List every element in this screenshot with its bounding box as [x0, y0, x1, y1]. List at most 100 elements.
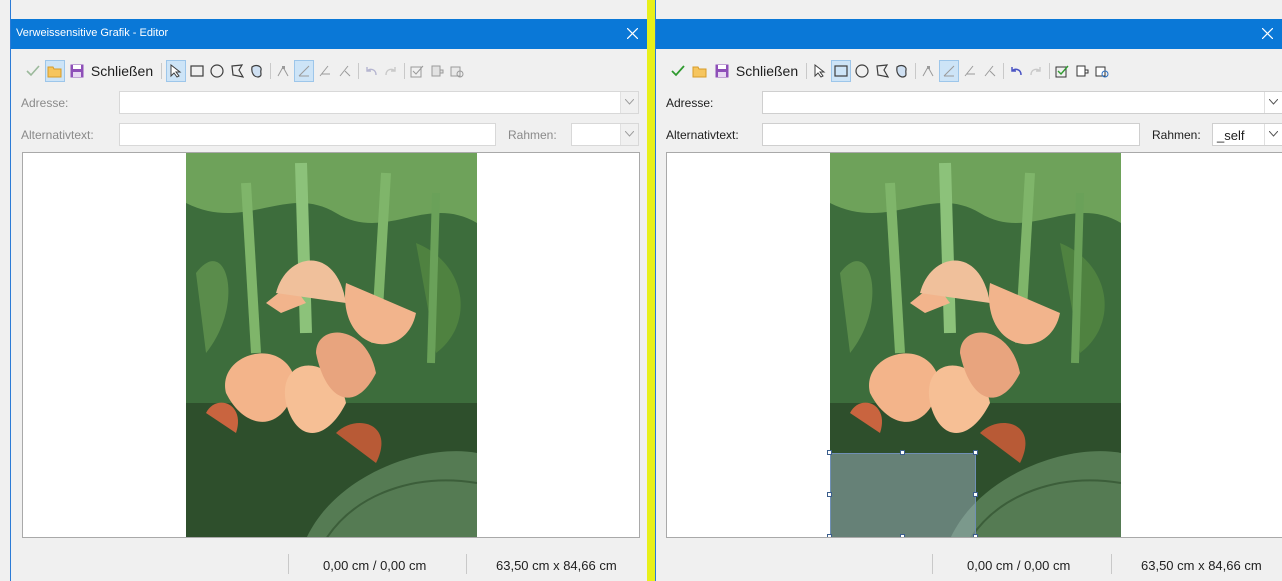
delete-points-button[interactable]	[336, 60, 354, 82]
address-field[interactable]	[762, 91, 1282, 114]
rectangle-button[interactable]	[188, 60, 206, 82]
open-button[interactable]	[690, 60, 710, 82]
close-button[interactable]: Schließen	[734, 60, 800, 82]
toolbar-separator	[806, 63, 807, 79]
properties-button[interactable]	[448, 60, 466, 82]
rectangle-icon	[190, 65, 204, 77]
open-button[interactable]	[45, 60, 65, 82]
rectangle-hotspot[interactable]	[830, 453, 976, 537]
image-canvas[interactable]	[22, 152, 640, 538]
undo-button[interactable]	[362, 60, 380, 82]
move-points-button[interactable]	[294, 60, 314, 82]
rectangle-button[interactable]	[831, 60, 851, 82]
close-button-label: Schließen	[735, 63, 799, 79]
alt-text-field[interactable]	[762, 123, 1140, 146]
resize-handle[interactable]	[900, 534, 905, 537]
polygon-button[interactable]	[228, 60, 246, 82]
alt-text-field[interactable]	[119, 123, 496, 146]
delete-points-icon	[984, 65, 996, 77]
select-button[interactable]	[166, 60, 186, 82]
active-icon	[1055, 65, 1069, 78]
select-button[interactable]	[811, 60, 829, 82]
resize-handle[interactable]	[827, 492, 832, 497]
redo-button[interactable]	[1027, 60, 1045, 82]
insert-points-button[interactable]	[961, 60, 979, 82]
frame-label: Rahmen:	[1152, 128, 1201, 142]
toolbar-separator	[404, 63, 405, 79]
position-readout: 0,00 cm / 0,00 cm	[967, 558, 1071, 573]
apply-button[interactable]	[24, 60, 42, 82]
active-button[interactable]	[1053, 60, 1071, 82]
delete-points-button[interactable]	[981, 60, 999, 82]
size-readout: 63,50 cm x 84,66 cm	[1141, 558, 1262, 573]
insert-points-icon	[319, 65, 330, 77]
save-button[interactable]	[712, 60, 732, 82]
chevron-down-icon	[625, 131, 634, 137]
address-label: Adresse:	[666, 96, 714, 110]
open-icon	[692, 66, 707, 78]
freeform-polygon-button[interactable]	[893, 60, 911, 82]
resize-handle[interactable]	[973, 492, 978, 497]
address-label: Adresse:	[21, 96, 69, 110]
image-canvas[interactable]	[666, 152, 1282, 538]
frame-value: _self	[1217, 128, 1245, 143]
toolbar-separator	[1003, 63, 1004, 79]
imagemap-editor-window-left: Verweissensitive Grafik - Editor Schließ…	[10, 0, 647, 581]
edit-points-button[interactable]	[919, 60, 937, 82]
save-button[interactable]	[67, 60, 87, 82]
frame-dropdown-button[interactable]	[1264, 124, 1282, 145]
edit-points-icon	[922, 65, 934, 77]
alt-text-row: Alternativtext: Rahmen:	[11, 123, 647, 147]
close-icon	[627, 28, 638, 39]
close-window-button[interactable]	[1254, 19, 1282, 49]
move-points-icon	[943, 65, 955, 77]
apply-button[interactable]	[669, 60, 687, 82]
move-points-button[interactable]	[939, 60, 959, 82]
resize-handle[interactable]	[827, 450, 832, 455]
toolbar-separator	[358, 63, 359, 79]
undo-button[interactable]	[1007, 60, 1025, 82]
status-separator	[288, 554, 289, 574]
frame-select[interactable]: _self	[1212, 123, 1282, 146]
redo-icon	[1030, 67, 1041, 76]
close-icon	[1262, 28, 1273, 39]
status-bar: 0,00 cm / 0,00 cm 63,50 cm x 84,66 cm	[11, 550, 647, 578]
address-dropdown-button[interactable]	[620, 92, 638, 113]
macro-button[interactable]	[1073, 60, 1091, 82]
address-field[interactable]	[119, 91, 639, 114]
toolbar: Schließen	[11, 56, 647, 86]
close-window-button[interactable]	[619, 19, 647, 49]
redo-icon	[385, 67, 396, 76]
freeform-polygon-icon	[896, 64, 907, 78]
macro-icon	[1076, 65, 1089, 77]
frame-select[interactable]	[571, 123, 639, 146]
edit-points-button[interactable]	[274, 60, 292, 82]
resize-handle[interactable]	[973, 534, 978, 537]
ellipse-button[interactable]	[208, 60, 226, 82]
frame-dropdown-button[interactable]	[620, 124, 638, 145]
insert-points-icon	[964, 65, 975, 77]
macro-button[interactable]	[428, 60, 446, 82]
ellipse-icon	[855, 64, 869, 78]
close-button-label: Schließen	[90, 63, 154, 79]
resize-handle[interactable]	[973, 450, 978, 455]
toolbar-separator	[1049, 63, 1050, 79]
alt-text-label: Alternativtext:	[21, 128, 94, 142]
flower-image	[186, 153, 477, 537]
apply-icon	[26, 65, 40, 77]
imagemap-editor-window-right: Schließen Adresse: Alternativtext: Rahme…	[655, 0, 1282, 581]
resize-handle[interactable]	[827, 534, 832, 537]
active-button[interactable]	[408, 60, 426, 82]
redo-button[interactable]	[382, 60, 400, 82]
macro-icon	[431, 65, 444, 77]
freeform-polygon-button[interactable]	[248, 60, 266, 82]
ellipse-button[interactable]	[853, 60, 871, 82]
status-bar: 0,00 cm / 0,00 cm 63,50 cm x 84,66 cm	[656, 550, 1282, 578]
close-button[interactable]: Schließen	[89, 60, 155, 82]
resize-handle[interactable]	[900, 450, 905, 455]
polygon-button[interactable]	[873, 60, 891, 82]
chevron-down-icon	[1269, 131, 1278, 137]
insert-points-button[interactable]	[316, 60, 334, 82]
address-dropdown-button[interactable]	[1264, 92, 1282, 113]
properties-button[interactable]	[1093, 60, 1111, 82]
